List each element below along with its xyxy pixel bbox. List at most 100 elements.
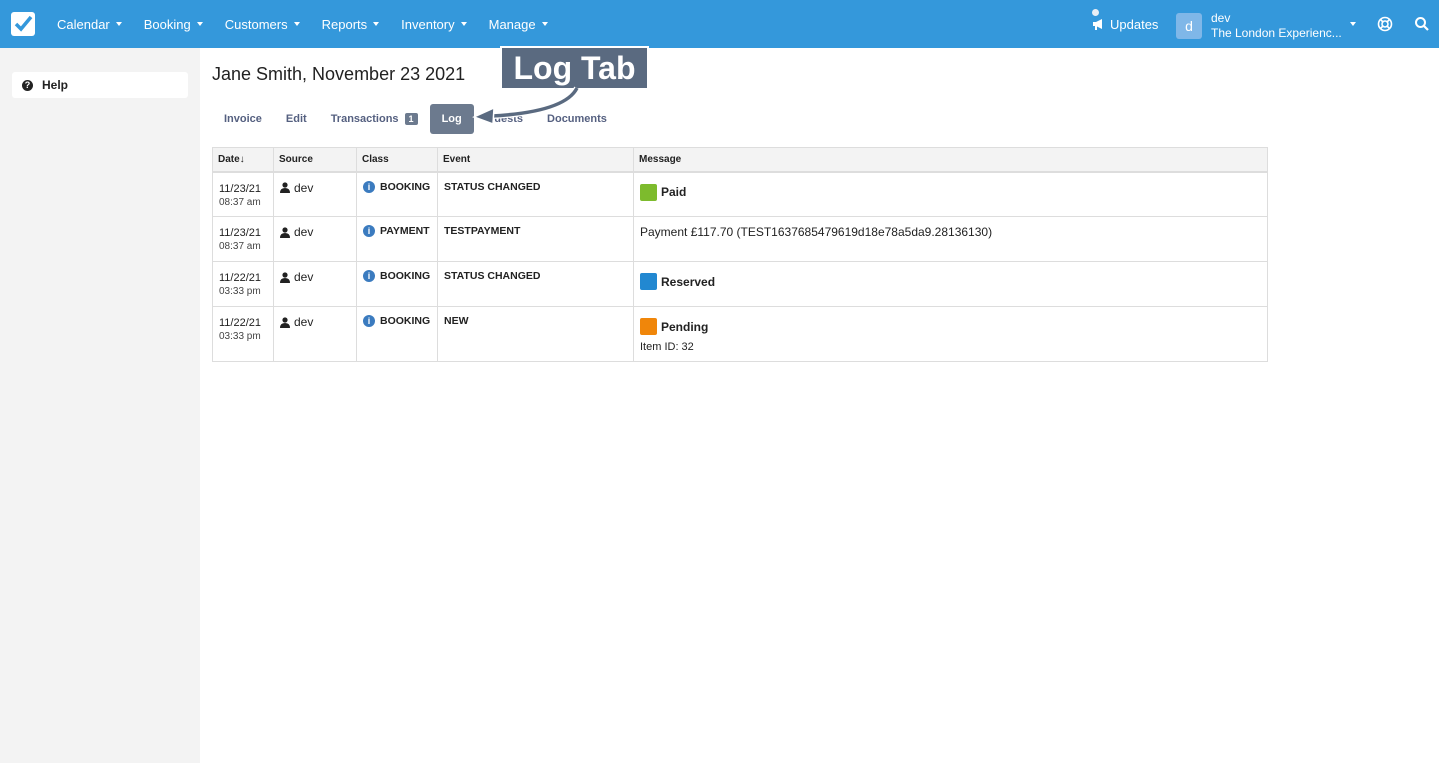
status-color-swatch bbox=[640, 318, 657, 335]
date-text: 11/23/21 bbox=[219, 182, 262, 195]
cell-source: dev bbox=[273, 261, 357, 307]
nav-customers[interactable]: Customers bbox=[214, 17, 311, 32]
callout-arrow-icon bbox=[472, 86, 580, 124]
nav-inventory[interactable]: Inventory bbox=[390, 17, 477, 32]
cell-class: i BOOKING bbox=[356, 261, 438, 307]
nav-manage-label: Manage bbox=[488, 16, 536, 32]
status-label: Pending bbox=[640, 318, 1261, 335]
info-icon: i bbox=[363, 180, 375, 193]
nav-calendar[interactable]: Calendar bbox=[46, 17, 133, 32]
log-table: Date↓ Source Class Event Message 11/23/2… bbox=[212, 147, 1268, 362]
status-label: Paid bbox=[640, 183, 1261, 201]
cell-message: Paid bbox=[633, 171, 1268, 217]
info-icon: i bbox=[363, 270, 375, 282]
user-menu[interactable]: d dev The London Experienc... bbox=[1176, 11, 1342, 41]
time-text: 03:33 pm bbox=[219, 286, 261, 297]
table-row: 11/23/21 08:37 am dev i PAYMENT TESTPAYMENT Pa… bbox=[212, 216, 1268, 262]
table-row: 11/22/21 03:33 pm dev i BOOKING NEW Pending Ite… bbox=[212, 306, 1268, 362]
chevron-down-icon bbox=[115, 22, 122, 26]
transactions-count-badge: 1 bbox=[404, 113, 418, 125]
tab-transactions[interactable]: Transactions 1 bbox=[319, 104, 430, 134]
cell-class: i BOOKING bbox=[356, 306, 438, 362]
status-label: Reserved bbox=[640, 273, 1261, 290]
event-text: NEW bbox=[444, 315, 469, 327]
nav-reports[interactable]: Reports bbox=[311, 17, 391, 32]
cell-event: TESTPAYMENT bbox=[437, 216, 634, 262]
avatar: d bbox=[1176, 13, 1202, 39]
column-header-class[interactable]: Class bbox=[356, 147, 438, 173]
cell-date: 11/23/21 08:37 am bbox=[212, 171, 274, 217]
info-icon: i bbox=[363, 225, 375, 237]
column-header-source[interactable]: Source bbox=[273, 147, 357, 173]
user-icon bbox=[280, 271, 290, 283]
chevron-down-icon[interactable] bbox=[1350, 22, 1356, 26]
cell-date: 11/23/21 08:37 am bbox=[212, 216, 274, 262]
tab-transactions-label: Transactions bbox=[330, 113, 399, 125]
class-text: BOOKING bbox=[380, 180, 431, 193]
source-text: dev bbox=[294, 180, 314, 195]
tab-invoice[interactable]: Invoice bbox=[212, 104, 274, 134]
chevron-down-icon bbox=[196, 22, 203, 26]
cell-event: NEW bbox=[437, 306, 634, 362]
chevron-down-icon bbox=[541, 22, 548, 26]
time-text: 08:37 am bbox=[219, 241, 261, 252]
cell-message: Reserved bbox=[633, 261, 1268, 307]
cell-source: dev bbox=[273, 216, 357, 262]
time-text: 08:37 am bbox=[219, 196, 261, 208]
user-icon bbox=[280, 182, 290, 193]
sidebar-item-help-label: Help bbox=[42, 78, 69, 92]
updates-label: Updates bbox=[1110, 16, 1159, 32]
megaphone-icon bbox=[1093, 18, 1102, 30]
source-text: dev bbox=[294, 315, 314, 329]
user-info: dev The London Experienc... bbox=[1211, 11, 1342, 41]
cell-event: STATUS CHANGED bbox=[437, 171, 634, 217]
date-text: 11/23/21 bbox=[219, 227, 262, 239]
time-text: 03:33 pm bbox=[219, 331, 261, 342]
notification-dot-icon bbox=[1092, 9, 1099, 16]
cell-event: STATUS CHANGED bbox=[437, 261, 634, 307]
class-text: BOOKING bbox=[380, 270, 431, 282]
nav-booking-label: Booking bbox=[143, 16, 191, 32]
column-header-event[interactable]: Event bbox=[437, 147, 634, 173]
search-icon[interactable] bbox=[1414, 16, 1430, 32]
sidebar: ? Help bbox=[0, 48, 200, 763]
updates-button[interactable]: Updates bbox=[1092, 0, 1158, 48]
info-icon: i bbox=[363, 315, 375, 327]
nav-inventory-label: Inventory bbox=[401, 16, 455, 32]
nav-customers-label: Customers bbox=[224, 16, 288, 32]
cell-class: i BOOKING bbox=[356, 171, 438, 217]
chevron-down-icon bbox=[373, 22, 380, 26]
class-text: BOOKING bbox=[380, 315, 431, 327]
cell-class: i PAYMENT bbox=[356, 216, 438, 262]
table-row: 11/23/21 08:37 am dev i BOOKING STATUS CHANGE… bbox=[212, 171, 1268, 217]
source-text: dev bbox=[294, 270, 314, 284]
event-text: TESTPAYMENT bbox=[444, 225, 521, 237]
user-company: The London Experienc... bbox=[1211, 26, 1342, 40]
cell-message: Pending Item ID: 32 bbox=[633, 306, 1268, 362]
nav-manage[interactable]: Manage bbox=[478, 17, 559, 32]
top-nav-bar: Calendar Booking Customers Reports Inven… bbox=[0, 0, 1439, 48]
message-subtext: Item ID: 32 bbox=[640, 341, 694, 353]
class-text: PAYMENT bbox=[380, 225, 430, 237]
nav-booking[interactable]: Booking bbox=[133, 17, 214, 32]
column-header-message[interactable]: Message bbox=[633, 147, 1268, 173]
chevron-down-icon bbox=[293, 22, 300, 26]
tab-edit[interactable]: Edit bbox=[274, 104, 319, 134]
checkmark-logo-icon[interactable] bbox=[11, 12, 35, 36]
user-name: dev bbox=[1211, 11, 1231, 25]
status-text: Paid bbox=[661, 185, 687, 199]
question-icon: ? bbox=[22, 79, 33, 91]
page-title: Jane Smith, November 23 2021 bbox=[212, 64, 466, 84]
sidebar-item-help[interactable]: ? Help bbox=[12, 72, 188, 98]
date-text: 11/22/21 bbox=[219, 272, 262, 284]
help-lifebuoy-icon[interactable] bbox=[1377, 16, 1393, 32]
status-text: Reserved bbox=[661, 274, 716, 289]
status-color-swatch bbox=[640, 183, 657, 201]
chevron-down-icon bbox=[460, 22, 467, 26]
column-header-date[interactable]: Date↓ bbox=[212, 147, 274, 173]
cell-source: dev bbox=[273, 171, 357, 217]
main-nav: Calendar Booking Customers Reports Inven… bbox=[46, 17, 559, 32]
cell-message: Payment £117.70 (TEST1637685479619d18e78… bbox=[633, 216, 1268, 262]
event-text: STATUS CHANGED bbox=[444, 180, 541, 193]
cell-date: 11/22/21 03:33 pm bbox=[212, 261, 274, 307]
